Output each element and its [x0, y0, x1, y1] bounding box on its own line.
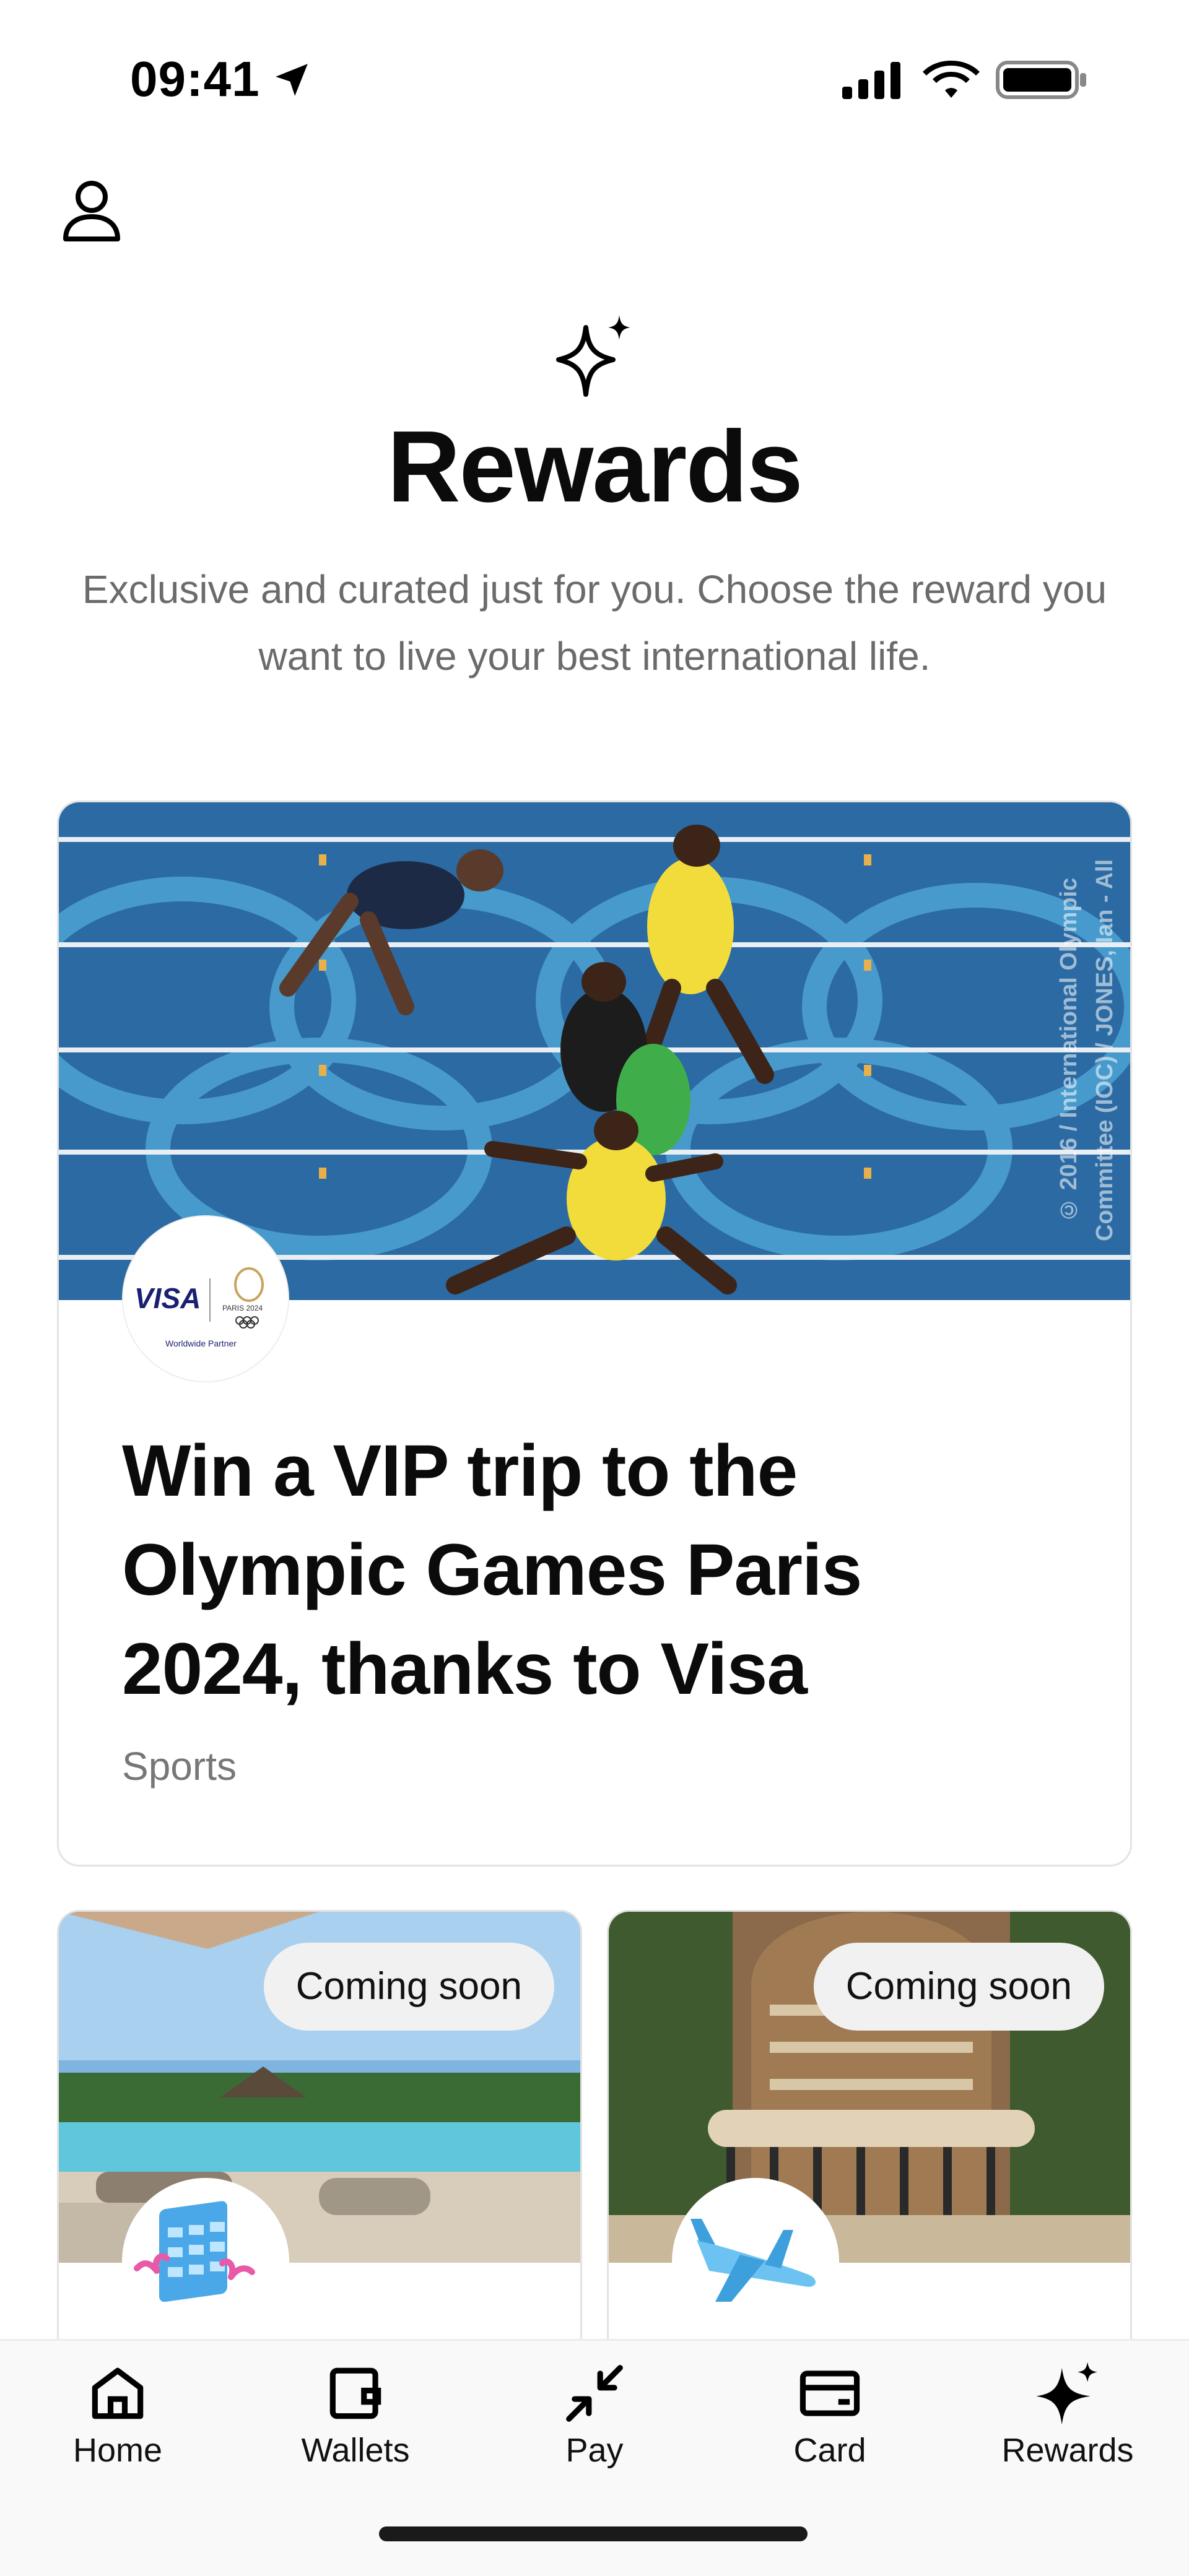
person-icon[interactable]: [62, 180, 121, 241]
coming-soon-badge: Coming soon: [813, 1943, 1104, 2031]
tab-pay[interactable]: Pay: [502, 2359, 687, 2489]
wifi-icon: [923, 61, 980, 98]
visa-paris-2024-logo: VISA PARIS 2024 Worldwide Partner: [122, 1215, 289, 1382]
tab-pay-label: Pay: [565, 2432, 624, 2469]
coming-soon-badge: Coming soon: [263, 1943, 554, 2031]
tab-wallets[interactable]: Wallets: [263, 2359, 448, 2489]
home-icon: [92, 2367, 144, 2419]
svg-text:PARIS 2024: PARIS 2024: [222, 1304, 263, 1312]
rewards-screen: 09:41 Rewards Exclusive and curated just…: [0, 0, 1189, 2576]
tab-rewards[interactable]: Rewards: [975, 2359, 1161, 2489]
location-arrow-icon: [276, 64, 308, 96]
tab-card-label: Card: [793, 2432, 866, 2469]
svg-text:VISA: VISA: [134, 1282, 201, 1314]
tab-card[interactable]: Card: [737, 2359, 923, 2489]
sparkle-icon: [556, 315, 630, 397]
featured-reward-title: Win a VIP trip to the Olympic Games Pari…: [122, 1430, 862, 1710]
cellular-signal-icon: [842, 62, 900, 99]
airplane-icon: [672, 2178, 839, 2345]
card-icon: [799, 2370, 860, 2416]
status-bar: 09:41: [0, 0, 1189, 161]
svg-text:Worldwide Partner: Worldwide Partner: [165, 1338, 237, 1348]
featured-reward-category: Sports: [122, 1744, 237, 1789]
wallet-icon: [329, 2367, 381, 2419]
image-credit: © 2016 / International Olympic Committee…: [1056, 859, 1132, 1241]
tab-bar: Home Wallets Pay Card Rewards: [0, 2339, 1189, 2576]
pay-arrows-icon: [566, 2365, 623, 2422]
hotel-building-icon: [122, 2178, 289, 2345]
status-time: 09:41: [130, 51, 260, 106]
featured-reward-card[interactable]: © 2016 / International Olympic Committee…: [57, 800, 1132, 1867]
sparkle-icon: [1036, 2362, 1098, 2425]
home-indicator[interactable]: [379, 2526, 808, 2541]
tab-home-label: Home: [72, 2432, 163, 2469]
tab-home[interactable]: Home: [25, 2359, 211, 2489]
page-subtitle: Exclusive and curated just for you. Choo…: [82, 567, 1107, 679]
tab-wallets-label: Wallets: [301, 2432, 410, 2469]
page-title: Rewards: [387, 410, 803, 523]
battery-icon: [996, 61, 1086, 99]
tab-rewards-label: Rewards: [1001, 2432, 1134, 2469]
